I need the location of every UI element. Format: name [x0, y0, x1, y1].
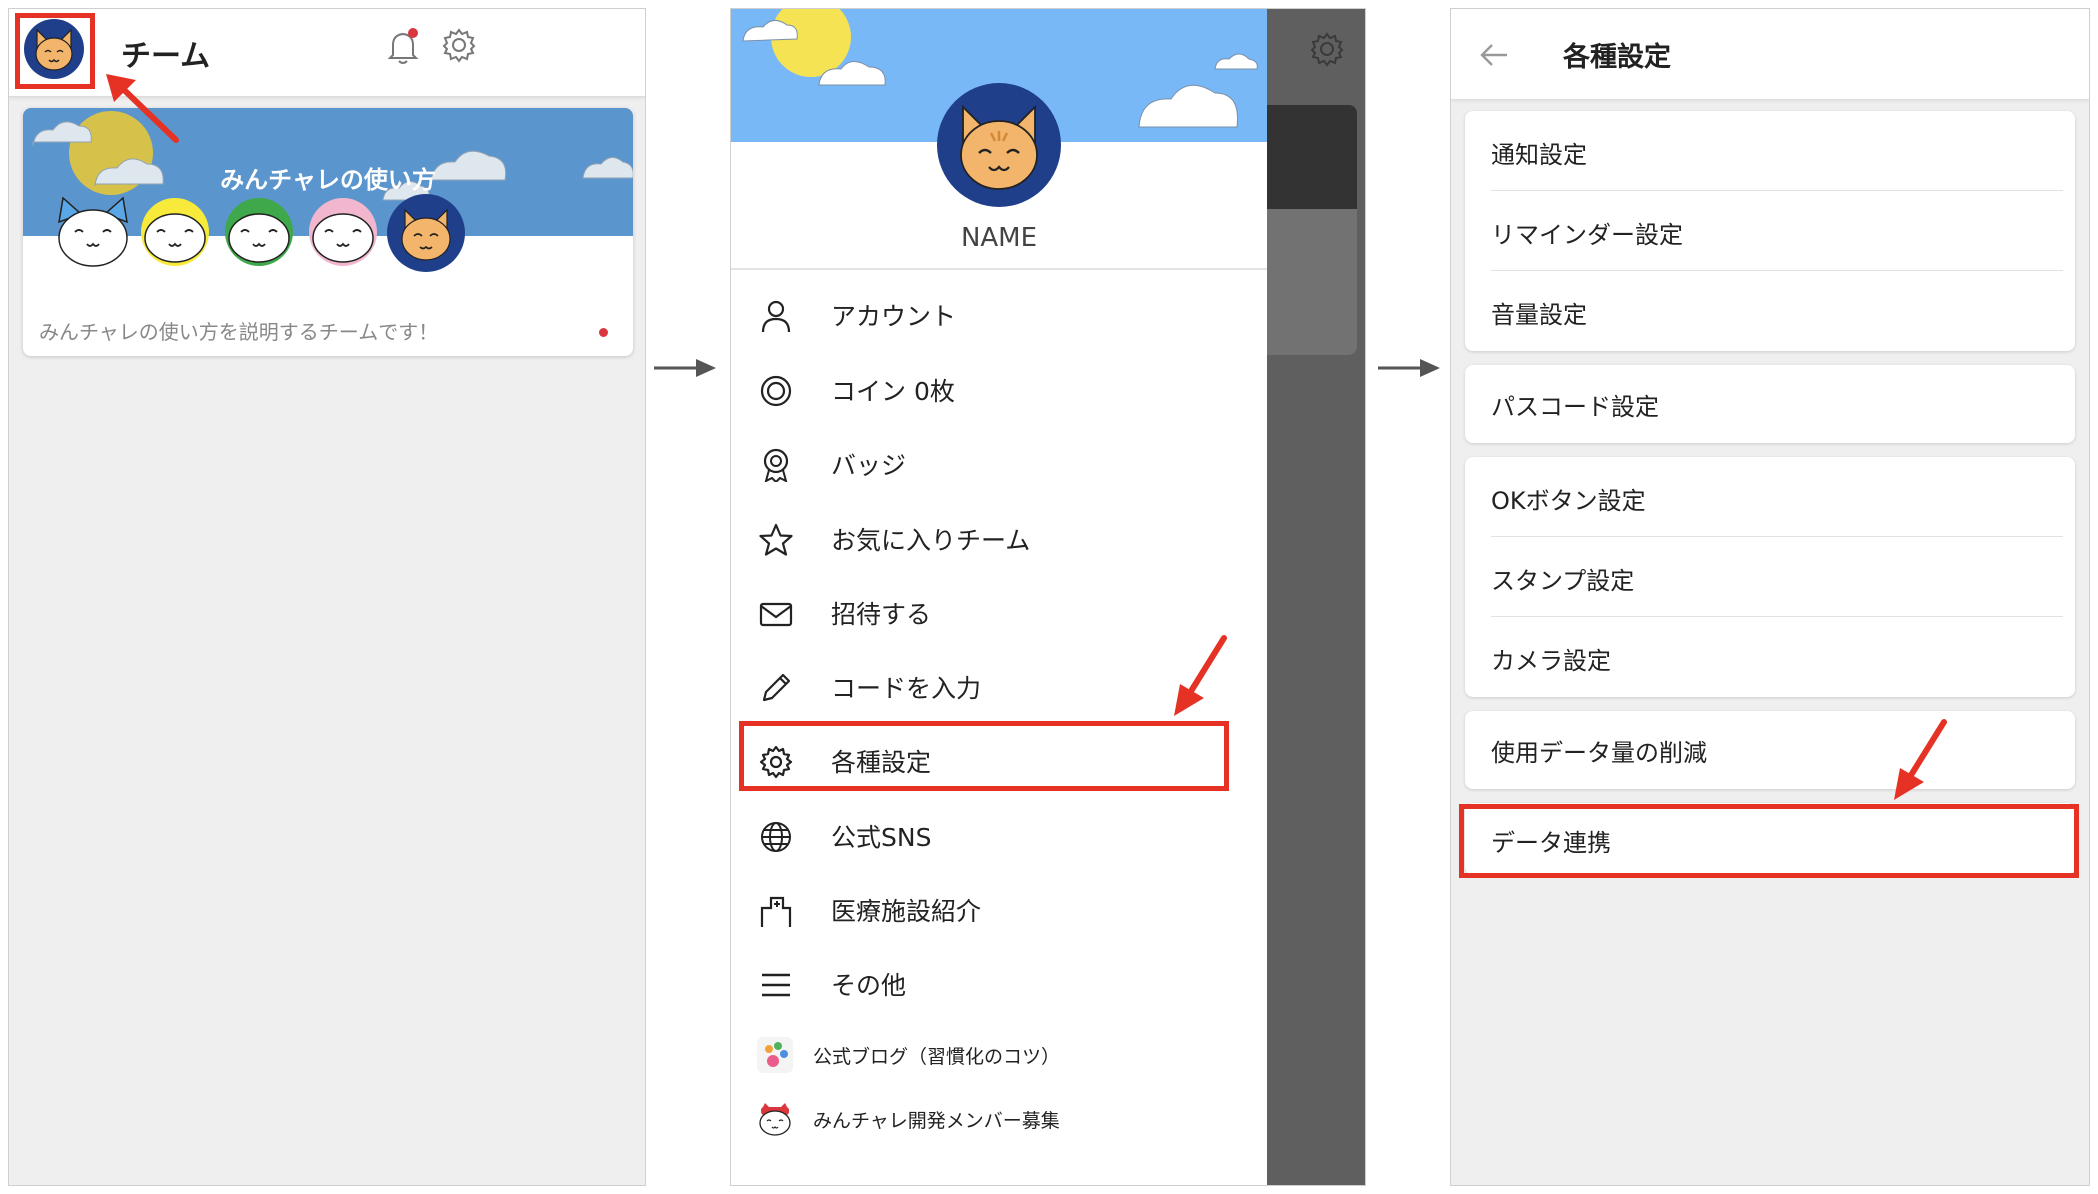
bell-icon[interactable] [385, 27, 421, 67]
link-label: みんチャレ開発メンバー募集 [813, 1110, 1060, 1132]
page-title: 各種設定 [1563, 42, 1671, 73]
pencil-icon [762, 673, 791, 702]
team-screen: チーム みんチャレの使い方 みんチャレの使い方を説明するチームです！ [8, 8, 646, 1186]
menu-item-favorite-teams[interactable]: お気に入りチーム [749, 509, 1249, 569]
profile-name: NAME [960, 223, 1038, 253]
star-icon [759, 523, 793, 556]
menu-item-badge[interactable]: バッジ [749, 434, 1249, 494]
cat-face-blue-icon [58, 196, 128, 267]
settings-screen: 各種設定 通知設定 リマインダー設定 音量設定 パスコード設定 OKボタン設定 … [1450, 8, 2090, 1186]
globe-icon [761, 822, 791, 852]
row-label: カメラ設定 [1491, 647, 1611, 675]
settings-group: パスコード設定 [1465, 365, 2075, 443]
unread-dot [599, 328, 608, 337]
settings-group: 通知設定 リマインダー設定 音量設定 [1465, 111, 2075, 351]
settings-row-reminder[interactable]: リマインダー設定 [1465, 191, 2075, 271]
settings-gear-icon[interactable] [439, 25, 479, 65]
row-label: 通知設定 [1491, 141, 1587, 169]
profile-avatar[interactable] [935, 81, 1063, 209]
menu-item-medical-facilities[interactable]: 医療施設紹介 [749, 880, 1249, 940]
dimmed-gear-icon [1310, 32, 1344, 67]
menu-item-label: 招待する [831, 600, 932, 629]
settings-row-passcode[interactable]: パスコード設定 [1465, 365, 2075, 443]
row-label: パスコード設定 [1491, 393, 1659, 421]
menu-item-label: コードを入力 [831, 674, 982, 703]
menu-item-label: アカウント [831, 302, 957, 331]
menu-item-coin[interactable]: コイン 0枚 [749, 360, 1249, 420]
menu-item-official-sns[interactable]: 公式SNS [749, 806, 1249, 866]
data-link-highlight-box [1459, 804, 2079, 878]
menu-item-label: 公式SNS [831, 823, 932, 852]
team-description: みんチャレの使い方を説明するチームです！ [39, 320, 439, 344]
settings-row-camera[interactable]: カメラ設定 [1465, 617, 2075, 697]
settings-row-data-saver[interactable]: 使用データ量の削減 [1465, 711, 2075, 789]
link-label: 公式ブログ（習慣化のコツ） [813, 1046, 1061, 1068]
person-icon [761, 300, 791, 333]
back-arrow-icon[interactable] [1479, 43, 1509, 67]
settings-highlight-box [739, 721, 1229, 791]
settings-row-volume[interactable]: 音量設定 [1465, 271, 2075, 351]
envelope-icon [759, 602, 793, 627]
settings-row-ok-button[interactable]: OKボタン設定 [1465, 457, 2075, 537]
paw-logo-icon [757, 1037, 793, 1073]
red-pointer-arrow [1894, 719, 1947, 800]
hamburger-icon [762, 973, 790, 997]
dimmed-card-body [1267, 209, 1357, 355]
row-label: リマインダー設定 [1491, 221, 1683, 249]
menu-item-label: コイン 0枚 [831, 377, 955, 406]
notification-dot [408, 28, 418, 38]
menu-item-account[interactable]: アカウント [749, 285, 1249, 345]
red-pointer-arrow [106, 74, 179, 143]
flow-arrow-icon [1378, 359, 1440, 377]
hospital-icon [760, 896, 792, 927]
menu-item-label: お気に入りチーム [831, 526, 1031, 555]
settings-group: OKボタン設定 スタンプ設定 カメラ設定 [1465, 457, 2075, 697]
coin-icon [760, 375, 792, 407]
row-label: スタンプ設定 [1491, 567, 1635, 595]
settings-row-stamp[interactable]: スタンプ設定 [1465, 537, 2075, 617]
menu-item-other[interactable]: その他 [749, 954, 1249, 1014]
cat-face-yellow-icon [141, 198, 209, 266]
badge-icon [763, 448, 789, 482]
row-label: 音量設定 [1491, 301, 1587, 329]
menu-item-label: その他 [831, 971, 907, 1000]
cat-face-pink-icon [309, 198, 377, 266]
row-label: 使用データ量の削減 [1491, 739, 1707, 767]
cat-face-green-icon [225, 198, 293, 266]
cat-face-navy-icon [387, 194, 465, 272]
avatar-highlight-box [15, 13, 95, 89]
drawer-divider [731, 268, 1267, 270]
link-recruit[interactable]: みんチャレ開発メンバー募集 [757, 1097, 1237, 1141]
settings-group: 使用データ量の削減 [1465, 711, 2075, 789]
banner-title: みんチャレの使い方 [220, 166, 436, 194]
row-label: OKボタン設定 [1491, 487, 1646, 515]
page-title: チーム [121, 39, 211, 74]
drawer-screen: NAME アカウント コイン 0枚 バッジ お気に入りチーム 招待する コードを… [730, 8, 1366, 1186]
red-pointer-arrow [1174, 635, 1227, 716]
menu-item-label: 医療施設紹介 [831, 897, 982, 926]
cat-recruit-icon [759, 1103, 791, 1136]
flow-arrow-icon [654, 359, 716, 377]
app-header: 各種設定 [1451, 9, 2089, 99]
link-official-blog[interactable]: 公式ブログ（習慣化のコツ） [757, 1033, 1237, 1077]
menu-item-label: バッジ [831, 451, 907, 480]
settings-row-notifications[interactable]: 通知設定 [1465, 111, 2075, 191]
side-drawer: NAME アカウント コイン 0枚 バッジ お気に入りチーム 招待する コードを… [731, 9, 1267, 1185]
